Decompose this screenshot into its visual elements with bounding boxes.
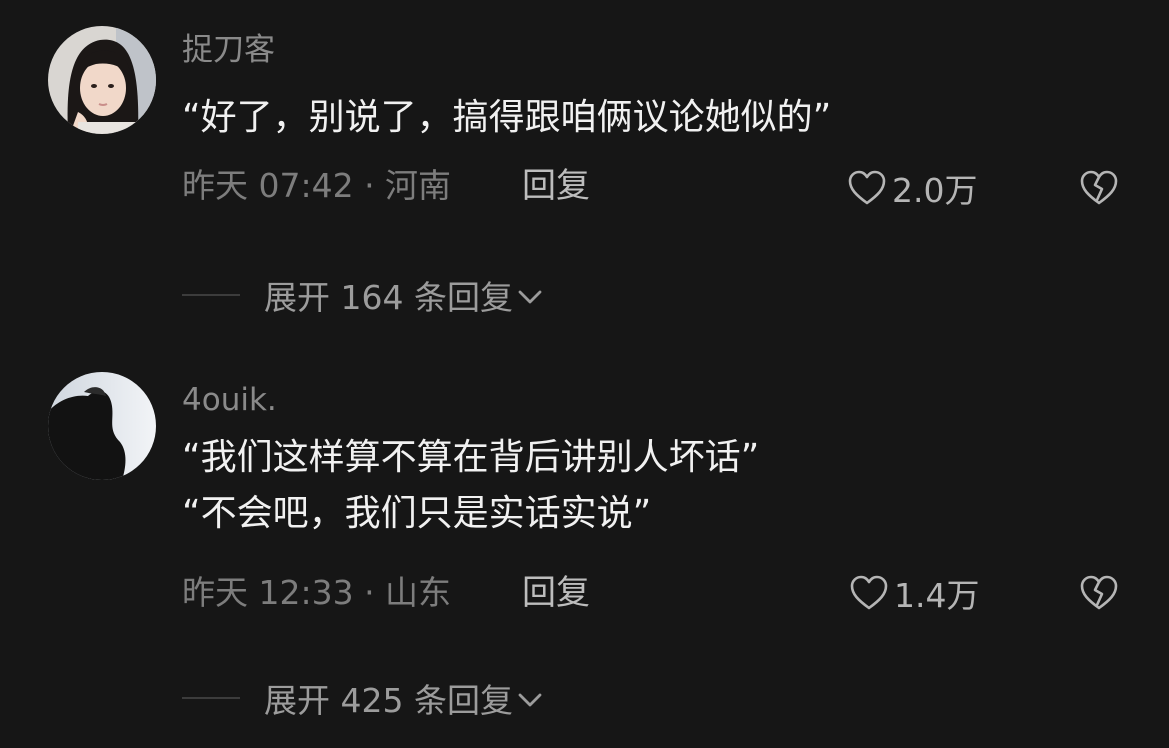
comment-meta: 昨天 12:33 · 山东	[182, 573, 452, 612]
expand-replies-label: 展开 164 条回复	[264, 278, 513, 317]
comment-text-line: “好了，别说了，搞得跟咱俩议论她似的”	[182, 97, 832, 138]
chevron-down-icon	[518, 290, 542, 304]
username[interactable]: 捉刀客	[182, 30, 275, 70]
reply-button[interactable]: 回复	[522, 163, 590, 209]
comment-text: “好了，别说了，搞得跟咱俩议论她似的”	[182, 90, 831, 146]
chevron-down-icon	[518, 693, 542, 707]
comment-text-line: “不会吧，我们只是实话实说”	[182, 493, 652, 534]
heart-outline-icon	[848, 170, 886, 205]
divider-line	[182, 294, 240, 296]
avatar[interactable]	[48, 372, 156, 480]
comment-text-line: “我们这样算不算在背后讲别人坏话”	[182, 437, 760, 478]
like-button[interactable]: 1.4万	[850, 570, 979, 616]
comment-text: “我们这样算不算在背后讲别人坏话” “不会吧，我们只是实话实说”	[182, 430, 759, 542]
like-button[interactable]: 2.0万	[848, 165, 977, 211]
like-count: 2.0万	[892, 171, 978, 210]
like-count: 1.4万	[894, 576, 980, 615]
comment-meta: 昨天 07:42 · 河南	[182, 166, 452, 205]
expand-replies-label: 展开 425 条回复	[264, 681, 513, 720]
broken-heart-icon	[1080, 575, 1118, 610]
expand-replies-button[interactable]: 展开 425 条回复	[182, 675, 543, 721]
heart-outline-icon	[850, 575, 888, 610]
expand-replies-button[interactable]: 展开 164 条回复	[182, 272, 543, 318]
dislike-button[interactable]	[1078, 165, 1120, 211]
dislike-button[interactable]	[1078, 570, 1120, 616]
username[interactable]: 4ouik.	[182, 380, 277, 420]
avatar-image	[48, 372, 156, 480]
broken-heart-icon	[1080, 170, 1118, 205]
avatar[interactable]	[48, 26, 156, 134]
divider-line	[182, 697, 240, 699]
reply-button[interactable]: 回复	[522, 570, 590, 616]
avatar-image	[48, 26, 156, 134]
